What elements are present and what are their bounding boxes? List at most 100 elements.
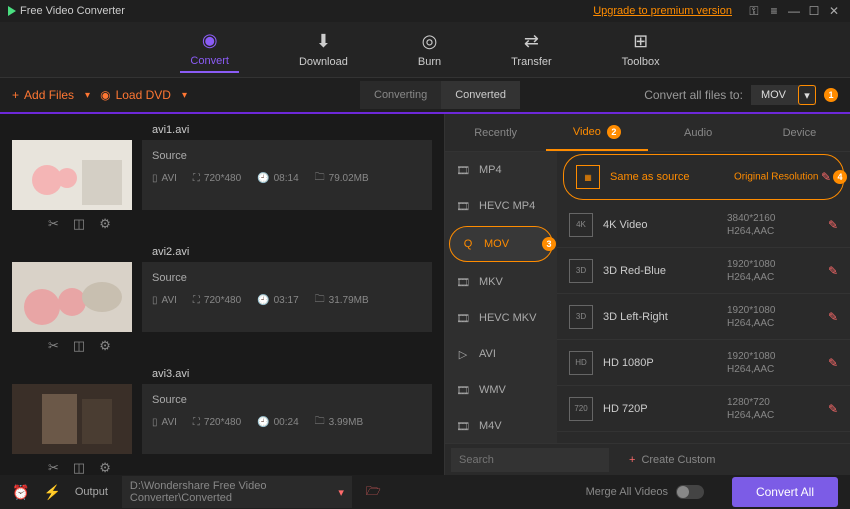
- format-avi[interactable]: ▷AVI: [445, 336, 557, 372]
- trim-icon[interactable]: ✂: [48, 216, 59, 232]
- edit-icon[interactable]: ✎: [828, 264, 838, 278]
- panel-footer: + Create Custom: [445, 443, 850, 475]
- content-area: avi1.avi Source ▯ AVI ⛶ 720*480 🕘 08:14 …: [0, 114, 850, 475]
- file-item: avi3.avi Source ▯ AVI ⛶ 720*480 🕘 00:24 …: [12, 364, 432, 475]
- settings-icon[interactable]: ⚙: [99, 338, 111, 354]
- resolution-same-as-source[interactable]: ▦ Same as source Original Resolution ✎ 4: [563, 154, 844, 200]
- toolbar: + Add Files ▾ ◉ Load DVD ▾ Converting Co…: [0, 78, 850, 114]
- settings-icon[interactable]: ⚙: [99, 216, 111, 232]
- open-folder-icon[interactable]: 🗁: [366, 482, 381, 503]
- tab-toolbox[interactable]: ⊞ Toolbox: [612, 27, 670, 72]
- crop-icon[interactable]: ◫: [73, 338, 85, 354]
- format-mp4[interactable]: 🎞MP4: [445, 152, 557, 188]
- trim-icon[interactable]: ✂: [48, 460, 59, 475]
- filesize-text: 🗀 31.79MB: [315, 292, 369, 309]
- chevron-down-icon: ▾: [85, 90, 90, 101]
- search-input[interactable]: [451, 448, 609, 472]
- tab-converting[interactable]: Converting: [360, 81, 441, 109]
- crop-icon[interactable]: ◫: [73, 460, 85, 475]
- tab-download[interactable]: ⬇ Download: [289, 27, 358, 72]
- clock-icon[interactable]: ⏰: [12, 484, 29, 501]
- file-list: avi1.avi Source ▯ AVI ⛶ 720*480 🕘 08:14 …: [0, 114, 444, 475]
- film-icon: 🎞: [455, 162, 471, 178]
- convert-all-to-label: Convert all files to:: [644, 88, 743, 102]
- gpu-icon[interactable]: ⚡: [43, 484, 60, 501]
- tab-burn[interactable]: ◎ Burn: [408, 27, 451, 72]
- load-dvd-button[interactable]: ◉ Load DVD ▾: [100, 88, 187, 102]
- minimize-icon[interactable]: —: [786, 3, 802, 19]
- file-name: avi3.avi: [152, 364, 432, 380]
- resolution-4k[interactable]: 4K 4K Video 3840*2160 H264,AAC ✎: [557, 202, 850, 248]
- merge-videos-toggle: Merge All Videos: [586, 485, 704, 499]
- menu-icon[interactable]: ≡: [766, 3, 782, 19]
- film-icon: 🎞: [455, 198, 471, 214]
- crop-icon[interactable]: ◫: [73, 216, 85, 232]
- add-files-button[interactable]: + Add Files ▾: [12, 88, 90, 102]
- close-icon[interactable]: ✕: [826, 3, 842, 19]
- film-icon: 🎞: [455, 274, 471, 290]
- merge-toggle[interactable]: [676, 485, 704, 499]
- resolution-hd720p[interactable]: 720 HD 720P 1280*720 H264,AAC ✎: [557, 386, 850, 432]
- panel-tab-video[interactable]: Video 2: [546, 114, 647, 151]
- format-mkv[interactable]: 🎞MKV: [445, 264, 557, 300]
- step-badge-2: 2: [607, 125, 621, 139]
- tab-transfer[interactable]: ⇄ Transfer: [501, 27, 562, 72]
- format-hevc-mp4[interactable]: 🎞HEVC MP4: [445, 188, 557, 224]
- panel-tab-recently[interactable]: Recently: [445, 114, 546, 151]
- panel-tabs: Recently Video 2 Audio Device: [445, 114, 850, 152]
- key-icon[interactable]: ⚿: [746, 3, 762, 19]
- quicktime-icon: Q: [460, 236, 476, 252]
- maximize-icon[interactable]: ☐: [806, 3, 822, 19]
- upgrade-link[interactable]: Upgrade to premium version: [593, 5, 732, 17]
- edit-icon[interactable]: ✎: [828, 310, 838, 324]
- edit-icon[interactable]: ✎: [828, 218, 838, 232]
- format-badge: ▯ AVI: [152, 417, 177, 428]
- download-icon: ⬇: [316, 31, 331, 52]
- chevron-down-icon: ▾: [182, 90, 187, 101]
- format-mov[interactable]: QMOV3: [449, 226, 553, 262]
- format-wmv[interactable]: 🎞WMV: [445, 372, 557, 408]
- step-badge-4: 4: [833, 170, 847, 184]
- hd-icon: 720: [569, 397, 593, 421]
- resolution-3d-leftright[interactable]: 3D 3D Left-Right 1920*1080 H264,AAC ✎: [557, 294, 850, 340]
- output-format-dropdown[interactable]: MOV ▾: [751, 85, 816, 105]
- edit-icon[interactable]: ✎: [828, 402, 838, 416]
- app-logo: Free Video Converter: [8, 5, 125, 17]
- chevron-down-icon[interactable]: ▾: [798, 85, 816, 105]
- 3d-icon: 3D: [569, 305, 593, 329]
- format-hevc-mkv[interactable]: 🎞HEVC MKV: [445, 300, 557, 336]
- format-badge: ▯ AVI: [152, 173, 177, 184]
- file-info: Source ▯ AVI ⛶ 720*480 🕘 00:24 🗀 3.99MB: [142, 384, 432, 454]
- burn-icon: ◎: [422, 31, 438, 52]
- resolution-column: ▦ Same as source Original Resolution ✎ 4…: [557, 152, 850, 443]
- status-tabs: Converting Converted: [360, 81, 520, 109]
- video-thumbnail[interactable]: [12, 384, 132, 454]
- panel-tab-device[interactable]: Device: [749, 114, 850, 151]
- 3d-icon: 3D: [569, 259, 593, 283]
- format-panel: Recently Video 2 Audio Device 🎞MP4 🎞HEVC…: [444, 114, 850, 475]
- format-m4v[interactable]: 🎞M4V: [445, 408, 557, 443]
- video-thumbnail[interactable]: [12, 140, 132, 210]
- panel-tab-audio[interactable]: Audio: [648, 114, 749, 151]
- format-column: 🎞MP4 🎞HEVC MP4 QMOV3 🎞MKV 🎞HEVC MKV ▷AVI…: [445, 152, 557, 443]
- main-tabs: ◉ Convert ⬇ Download ◎ Burn ⇄ Transfer ⊞…: [0, 22, 850, 78]
- video-thumbnail[interactable]: [12, 262, 132, 332]
- convert-all-button[interactable]: Convert All: [732, 477, 838, 507]
- edit-icon[interactable]: ✎: [828, 356, 838, 370]
- chevron-down-icon[interactable]: ▾: [338, 486, 344, 499]
- film-icon: 🎞: [455, 418, 471, 434]
- tab-convert[interactable]: ◉ Convert: [180, 26, 239, 73]
- transfer-icon: ⇄: [524, 31, 539, 52]
- plus-icon: +: [12, 88, 19, 102]
- step-badge-1: 1: [824, 88, 838, 102]
- resolution-hd1080p[interactable]: HD HD 1080P 1920*1080 H264,AAC ✎: [557, 340, 850, 386]
- output-path-field[interactable]: D:\Wondershare Free Video Converter\Conv…: [122, 476, 352, 508]
- step-badge-3: 3: [542, 237, 556, 251]
- settings-icon[interactable]: ⚙: [99, 460, 111, 475]
- tab-converted[interactable]: Converted: [441, 81, 520, 109]
- resolution-3d-redblue[interactable]: 3D 3D Red-Blue 1920*1080 H264,AAC ✎: [557, 248, 850, 294]
- create-custom-button[interactable]: + Create Custom: [629, 454, 715, 466]
- logo-triangle-icon: [8, 6, 16, 16]
- edit-icon[interactable]: ✎: [821, 170, 831, 184]
- trim-icon[interactable]: ✂: [48, 338, 59, 354]
